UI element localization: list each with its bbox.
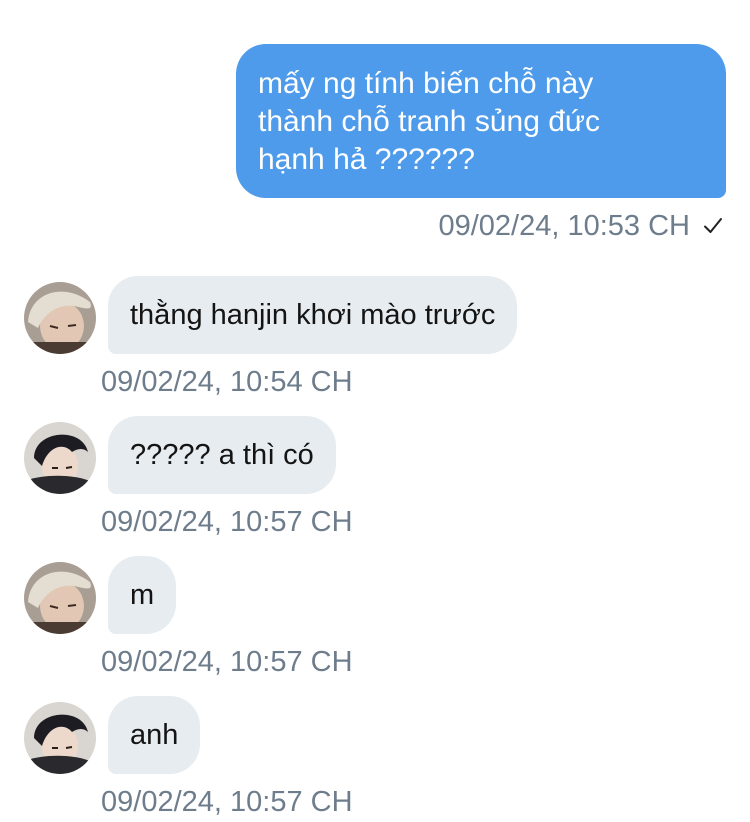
message-timestamp: 09/02/24, 10:57 CH (101, 506, 353, 538)
avatar-light-hair[interactable] (24, 562, 96, 634)
chat-thread: mấy ng tính biến chỗ này thành chỗ tranh… (0, 0, 750, 822)
avatar-dark-hair[interactable] (24, 422, 96, 494)
incoming-message-bubble[interactable]: m (108, 556, 177, 634)
message-text-line: hạnh hả ?????? (258, 143, 475, 176)
message-text-line: thành chỗ tranh sủng đức (258, 105, 600, 138)
message-text-line: mấy ng tính biến chỗ này (258, 67, 594, 100)
check-icon (704, 218, 722, 233)
avatar-light-hair[interactable] (24, 282, 96, 354)
outgoing-message-bubble[interactable]: mấy ng tính biến chỗ này thành chỗ tranh… (236, 44, 726, 198)
incoming-message-bubble[interactable]: ????? a thì có (108, 416, 336, 494)
message-timestamp: 09/02/24, 10:53 CH (438, 209, 690, 242)
incoming-message-bubble[interactable]: thằng hanjin khơi mào trước (108, 276, 518, 354)
message-timestamp: 09/02/24, 10:57 CH (101, 646, 353, 678)
incoming-message-bubble[interactable]: anh (108, 696, 201, 774)
avatar-dark-hair[interactable] (24, 702, 96, 774)
message-timestamp: 09/02/24, 10:57 CH (101, 786, 353, 818)
outgoing-message-meta: 09/02/24, 10:53 CH (438, 206, 724, 246)
message-timestamp: 09/02/24, 10:54 CH (101, 366, 353, 398)
